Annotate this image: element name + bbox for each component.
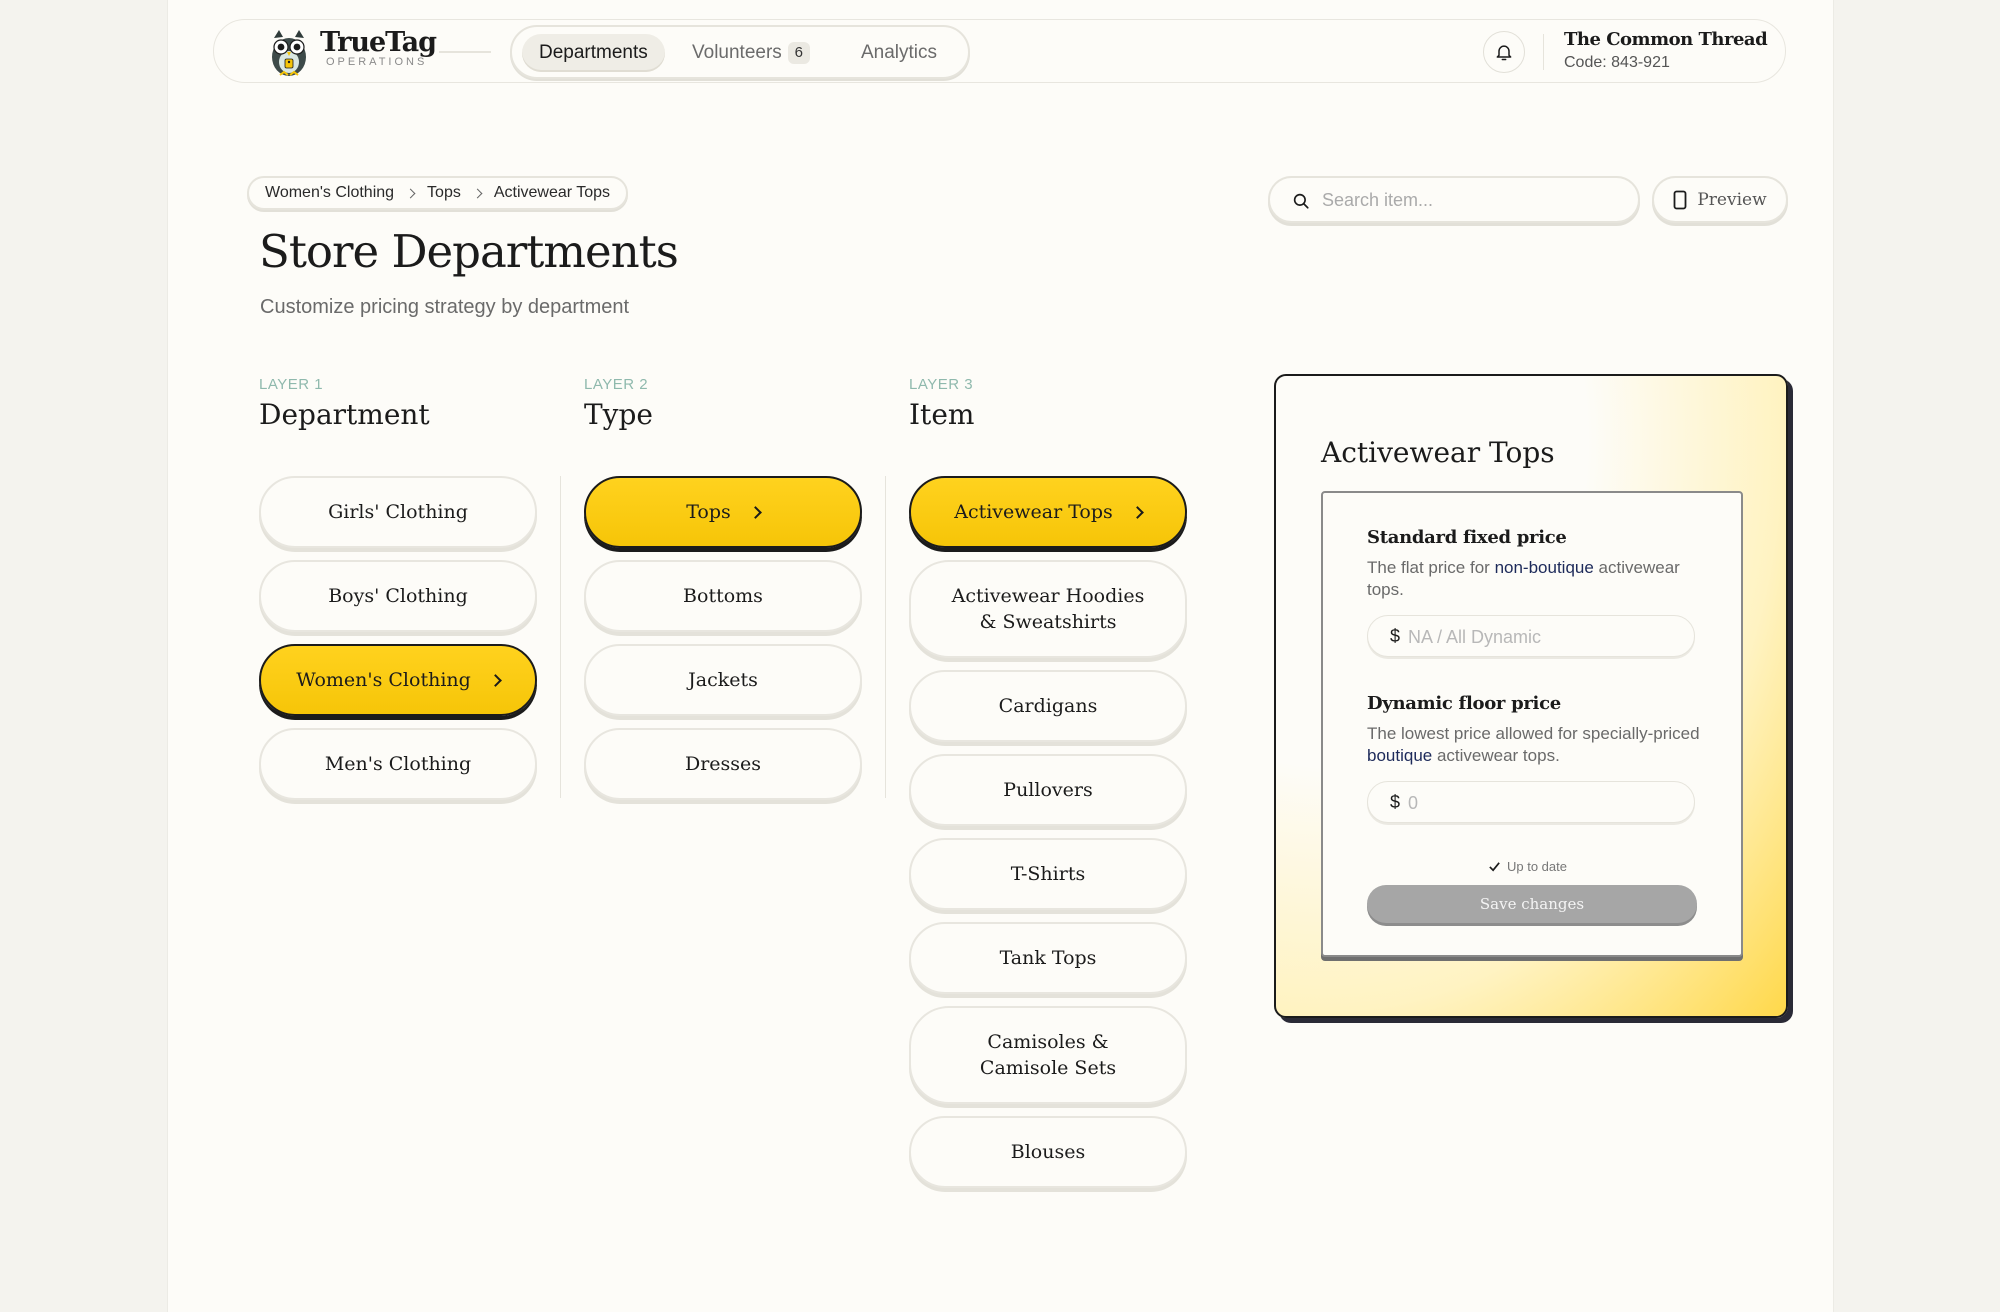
item-activewear-hoodies[interactable]: Activewear Hoodies & Sweatshirts [909,560,1187,658]
brand-divider [439,51,491,53]
chevron-right-icon [1130,505,1144,519]
pill-label: Pullovers [1003,779,1093,801]
item-camisoles[interactable]: Camisoles & Camisole Sets [909,1006,1187,1104]
card-title: Activewear Tops [1321,436,1555,469]
fixed-price-description: The flat price for non-boutique activewe… [1367,557,1707,601]
breadcrumb: Women's Clothing Tops Activewear Tops [247,176,629,210]
tab-departments[interactable]: Departments [522,34,665,72]
layer-3-label: LAYER 3 [909,376,974,393]
fixed-desc-highlight: non-boutique [1494,558,1594,577]
pill-label: Blouses [1010,1141,1086,1163]
floor-desc-pre: The lowest price allowed for specially-p… [1367,724,1700,743]
preview-button[interactable]: Preview [1652,176,1788,223]
check-icon [1489,862,1500,872]
item-pullovers[interactable]: Pullovers [909,754,1187,826]
search-box [1268,176,1640,223]
pill-label: Jackets [688,669,758,691]
department-womens-clothing[interactable]: Women's Clothing [259,644,537,716]
floor-price-title: Dynamic floor price [1367,693,1561,714]
page-title: Store Departments [259,225,679,278]
fixed-price-field: $ [1367,615,1695,657]
layer-1-label: LAYER 1 [259,376,324,393]
currency-symbol: $ [1390,626,1401,646]
notifications-button[interactable] [1483,31,1525,73]
brand-name: TrueTag [320,27,437,58]
layer-2-label: LAYER 2 [584,376,649,393]
pill-label: Men's Clothing [324,753,472,775]
department-girls-clothing[interactable]: Girls' Clothing [259,476,537,548]
chevron-right-icon [405,188,416,198]
phone-icon [1673,190,1687,209]
pill-label: Dresses [684,753,762,775]
floor-desc-highlight: boutique [1367,746,1433,765]
type-bottoms[interactable]: Bottoms [584,560,862,632]
preview-label: Preview [1697,189,1767,210]
floor-desc-post: activewear tops. [1432,746,1560,765]
item-t-shirts[interactable]: T-Shirts [909,838,1187,910]
save-status: Up to date [1488,859,1567,874]
pill-label: Tops [686,501,731,523]
floor-price-description: The lowest price allowed for specially-p… [1367,723,1707,767]
fixed-price-title: Standard fixed price [1367,527,1567,548]
pill-label: Activewear Hoodies & Sweatshirts [951,585,1145,633]
chevron-right-icon [748,505,762,519]
top-bar: TrueTag OPERATIONS Departments Volunteer… [213,19,1786,83]
item-pricing-card: Activewear Tops Standard fixed price The… [1274,374,1788,1018]
chevron-right-icon [472,188,483,198]
store-name[interactable]: The Common Thread [1564,29,1768,50]
bell-icon [1496,45,1512,61]
pill-label: Activewear Tops [954,501,1113,523]
column-divider [560,476,561,798]
brand: TrueTag OPERATIONS [320,27,437,69]
layer-1-title: Department [259,398,430,431]
layer-3-title: Item [909,398,975,431]
pill-label: T-Shirts [1010,863,1086,885]
chevron-right-icon [488,673,502,687]
department-boys-clothing[interactable]: Boys' Clothing [259,560,537,632]
fixed-desc-pre: The flat price for [1367,558,1495,577]
owl-logo-icon [272,30,306,76]
department-mens-clothing[interactable]: Men's Clothing [259,728,537,800]
item-tank-tops[interactable]: Tank Tops [909,922,1187,994]
pill-label: Girls' Clothing [328,501,468,523]
tab-volunteers[interactable]: Volunteers 6 [692,34,810,72]
pill-label: Bottoms [683,585,763,607]
pricing-form: Standard fixed price The flat price for … [1321,491,1743,957]
item-activewear-tops[interactable]: Activewear Tops [909,476,1187,548]
item-blouses[interactable]: Blouses [909,1116,1187,1188]
tab-analytics[interactable]: Analytics [861,34,937,72]
pill-label: Boys' Clothing [328,585,468,607]
pill-label: Cardigans [998,695,1098,717]
pill-label: Camisoles & Camisole Sets [979,1031,1117,1079]
floor-price-field: $ [1367,781,1695,823]
tab-volunteers-label: Volunteers [692,42,782,63]
save-changes-button[interactable]: Save changes [1367,885,1697,923]
item-cardigans[interactable]: Cardigans [909,670,1187,742]
floor-price-input[interactable] [1408,791,1678,815]
type-tops[interactable]: Tops [584,476,862,548]
type-dresses[interactable]: Dresses [584,728,862,800]
type-jackets[interactable]: Jackets [584,644,862,716]
brand-subtitle: OPERATIONS [326,56,428,68]
layer-2-title: Type [584,398,653,431]
search-icon [1293,193,1309,209]
main-nav: Departments Volunteers 6 Analytics [510,25,970,79]
column-divider [885,476,886,798]
fixed-price-input[interactable] [1408,625,1678,649]
pill-label: Women's Clothing [296,669,471,691]
volunteers-count-badge: 6 [787,42,810,64]
store-divider [1543,34,1544,70]
breadcrumb-item-type[interactable]: Tops [427,184,461,202]
store-code: Code: 843-921 [1564,54,1670,71]
currency-symbol: $ [1390,792,1401,812]
search-input[interactable] [1322,188,1622,212]
breadcrumb-item-department[interactable]: Women's Clothing [265,184,394,202]
pill-label: Tank Tops [999,947,1097,969]
page-subtitle: Customize pricing strategy by department [260,296,630,318]
breadcrumb-item-item: Activewear Tops [493,184,611,201]
save-status-text: Up to date [1507,859,1567,874]
